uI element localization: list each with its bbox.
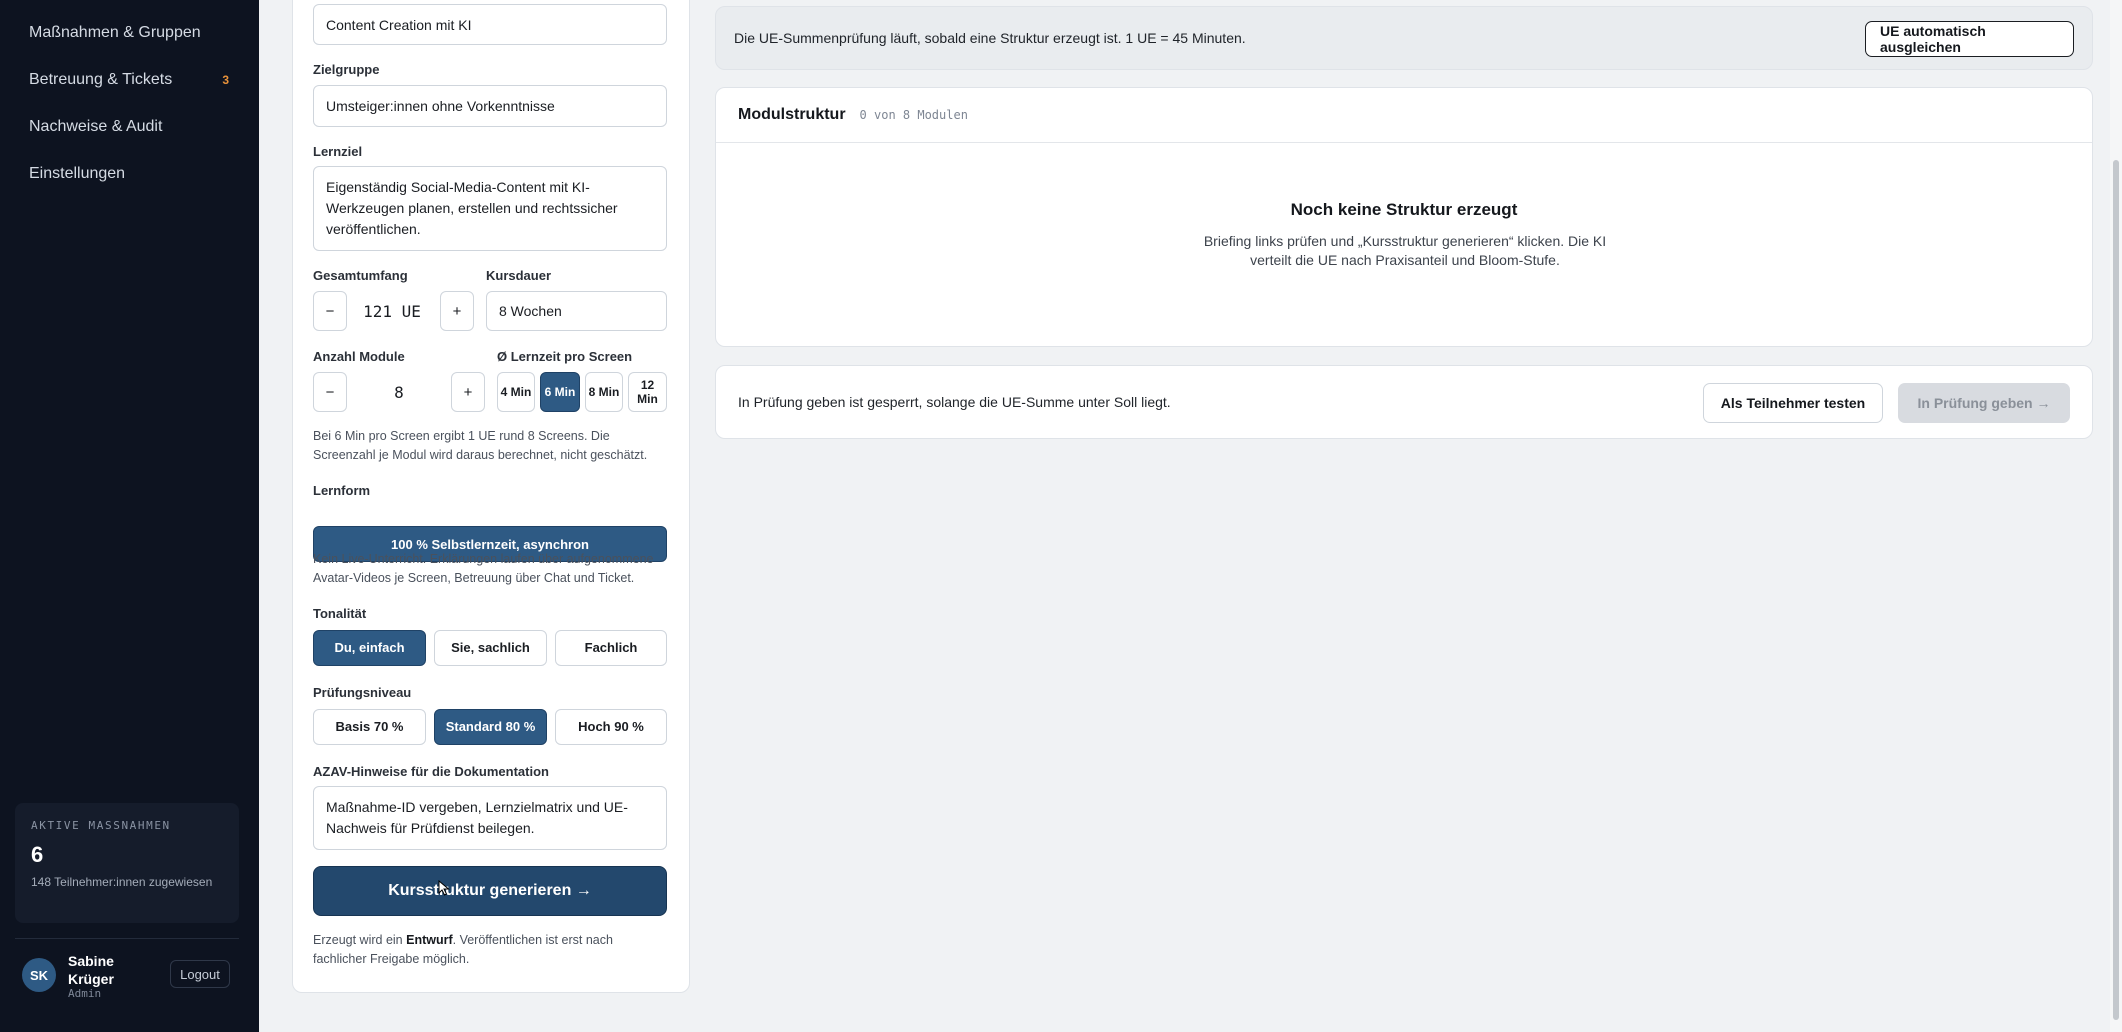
total-plus-button[interactable]: + [440,291,474,331]
tone-sie-sachlich[interactable]: Sie, sachlich [434,630,547,666]
active-measures-card: AKTIVE MASSNAHMEN 6 148 Teilnehmer:innen… [15,803,239,923]
empty-state-title: Noch keine Struktur erzeugt [1290,200,1518,219]
modules-minus-button[interactable]: − [313,372,347,412]
total-value: 121 UE [363,301,421,321]
scrollbar-thumb[interactable] [2113,160,2119,1020]
modules-label: Anzahl Module [313,349,405,364]
stat-value: 6 [31,842,44,867]
goal-textarea[interactable]: Eigenständig Social-Media-Content mit KI… [313,166,667,251]
sidebar-item-betreuung[interactable]: Betreuung & Tickets 3 [29,65,229,95]
avatar: SK [22,958,56,992]
sidebar-item-einstellungen[interactable]: Einstellungen [29,159,229,189]
goal-label: Lernziel [313,144,363,159]
footnote-prefix: Erzeugt wird ein [313,933,407,947]
review-lock-text: In Prüfung geben ist gesperrt, solange d… [738,394,1171,410]
module-structure-card: Modulstruktur 0 von 8 Modulen Noch keine… [715,87,2093,347]
sidebar-item-label: Maßnahmen & Gruppen [29,24,201,41]
auto-balance-button[interactable]: UE automatisch ausgleichen [1865,21,2074,57]
sidebar-item-label: Nachweise & Audit [29,118,163,135]
screen-time-12min[interactable]: 12 Min [628,372,667,412]
stat-label: AKTIVE MASSNAHMEN [31,819,171,832]
total-minus-button[interactable]: − [313,291,347,331]
structure-count: 0 von 8 Modulen [859,108,968,122]
sidebar-divider [15,938,239,939]
ue-notice-bar: Die UE-Summenprüfung läuft, sobald eine … [715,6,2093,70]
tone-fachlich[interactable]: Fachlich [555,630,667,666]
sidebar-item-label: Einstellungen [29,165,126,182]
exam-basis[interactable]: Basis 70 % [313,709,426,745]
sidebar-item-nachweise[interactable]: Nachweise & Audit [29,112,229,142]
user-role: Admin [68,987,102,1000]
review-card: In Prüfung geben ist gesperrt, solange d… [715,365,2093,439]
footnote-bold: Entwurf [406,933,453,947]
screen-time-label: Ø Lernzeit pro Screen [497,349,633,364]
user-name: Sabine Krüger [68,953,114,987]
tone-du-einfach[interactable]: Du, einfach [313,630,426,666]
screen-time-6min[interactable]: 6 Min [540,372,580,412]
screen-time-4min[interactable]: 4 Min [497,372,535,412]
structure-header: Modulstruktur 0 von 8 Modulen [738,106,968,124]
test-as-participant-button[interactable]: Als Teilnehmer testen [1703,383,1883,423]
azav-textarea[interactable]: Maßnahme-ID vergeben, Lernzielmatrix und… [313,786,667,850]
scrollbar-track[interactable] [2110,0,2122,1032]
duration-input[interactable]: 8 Wochen [486,291,667,331]
sidebar-item-label: Betreuung & Tickets [29,71,173,88]
ticket-count-badge: 3 [222,73,229,87]
empty-state-text: Briefing links prüfen und „Kursstruktur … [1203,233,1607,268]
audience-label: Zielgruppe [313,62,380,77]
sidebar: Maßnahmen & Gruppen Betreuung & Tickets … [0,0,259,1032]
audience-input[interactable]: Umsteiger:innen ohne Vorkenntnisse [313,85,667,127]
exam-hoch[interactable]: Hoch 90 % [555,709,667,745]
modules-plus-button[interactable]: + [451,372,485,412]
draft-footnote: Erzeugt wird ein Entwurf. Veröffentliche… [313,931,653,969]
exam-standard[interactable]: Standard 80 % [434,709,547,745]
azav-label: AZAV-Hinweise für die Dokumentation [313,764,549,779]
duration-label: Kursdauer [486,268,552,283]
learnform-label: Lernform [313,483,371,498]
sidebar-item-massnahmen[interactable]: Maßnahmen & Gruppen [29,18,229,48]
generate-structure-button[interactable]: Kursstruktur generieren → [313,866,667,916]
logout-button[interactable]: Logout [170,960,230,988]
exam-label: Prüfungsniveau [313,685,412,700]
screen-time-8min[interactable]: 8 Min [585,372,623,412]
screen-hint: Bei 6 Min pro Screen ergibt 1 UE rund 8 … [313,429,648,462]
structure-title: Modulstruktur [738,106,846,123]
stat-sub: 148 Teilnehmer:innen zugewiesen [31,875,213,889]
course-title-input[interactable]: Content Creation mit KI [313,4,667,45]
structure-divider [716,142,2092,143]
total-label: Gesamtumfang [313,268,408,283]
ue-notice-text: Die UE-Summenprüfung läuft, sobald eine … [734,30,1246,46]
tone-label: Tonalität [313,606,367,621]
modules-value: 8 [394,382,404,402]
submit-review-button[interactable]: In Prüfung geben → [1898,383,2070,423]
learnform-hint: Kein Live-Unterricht. Erklärungen laufen… [313,552,654,585]
mouse-cursor-icon [438,880,450,896]
